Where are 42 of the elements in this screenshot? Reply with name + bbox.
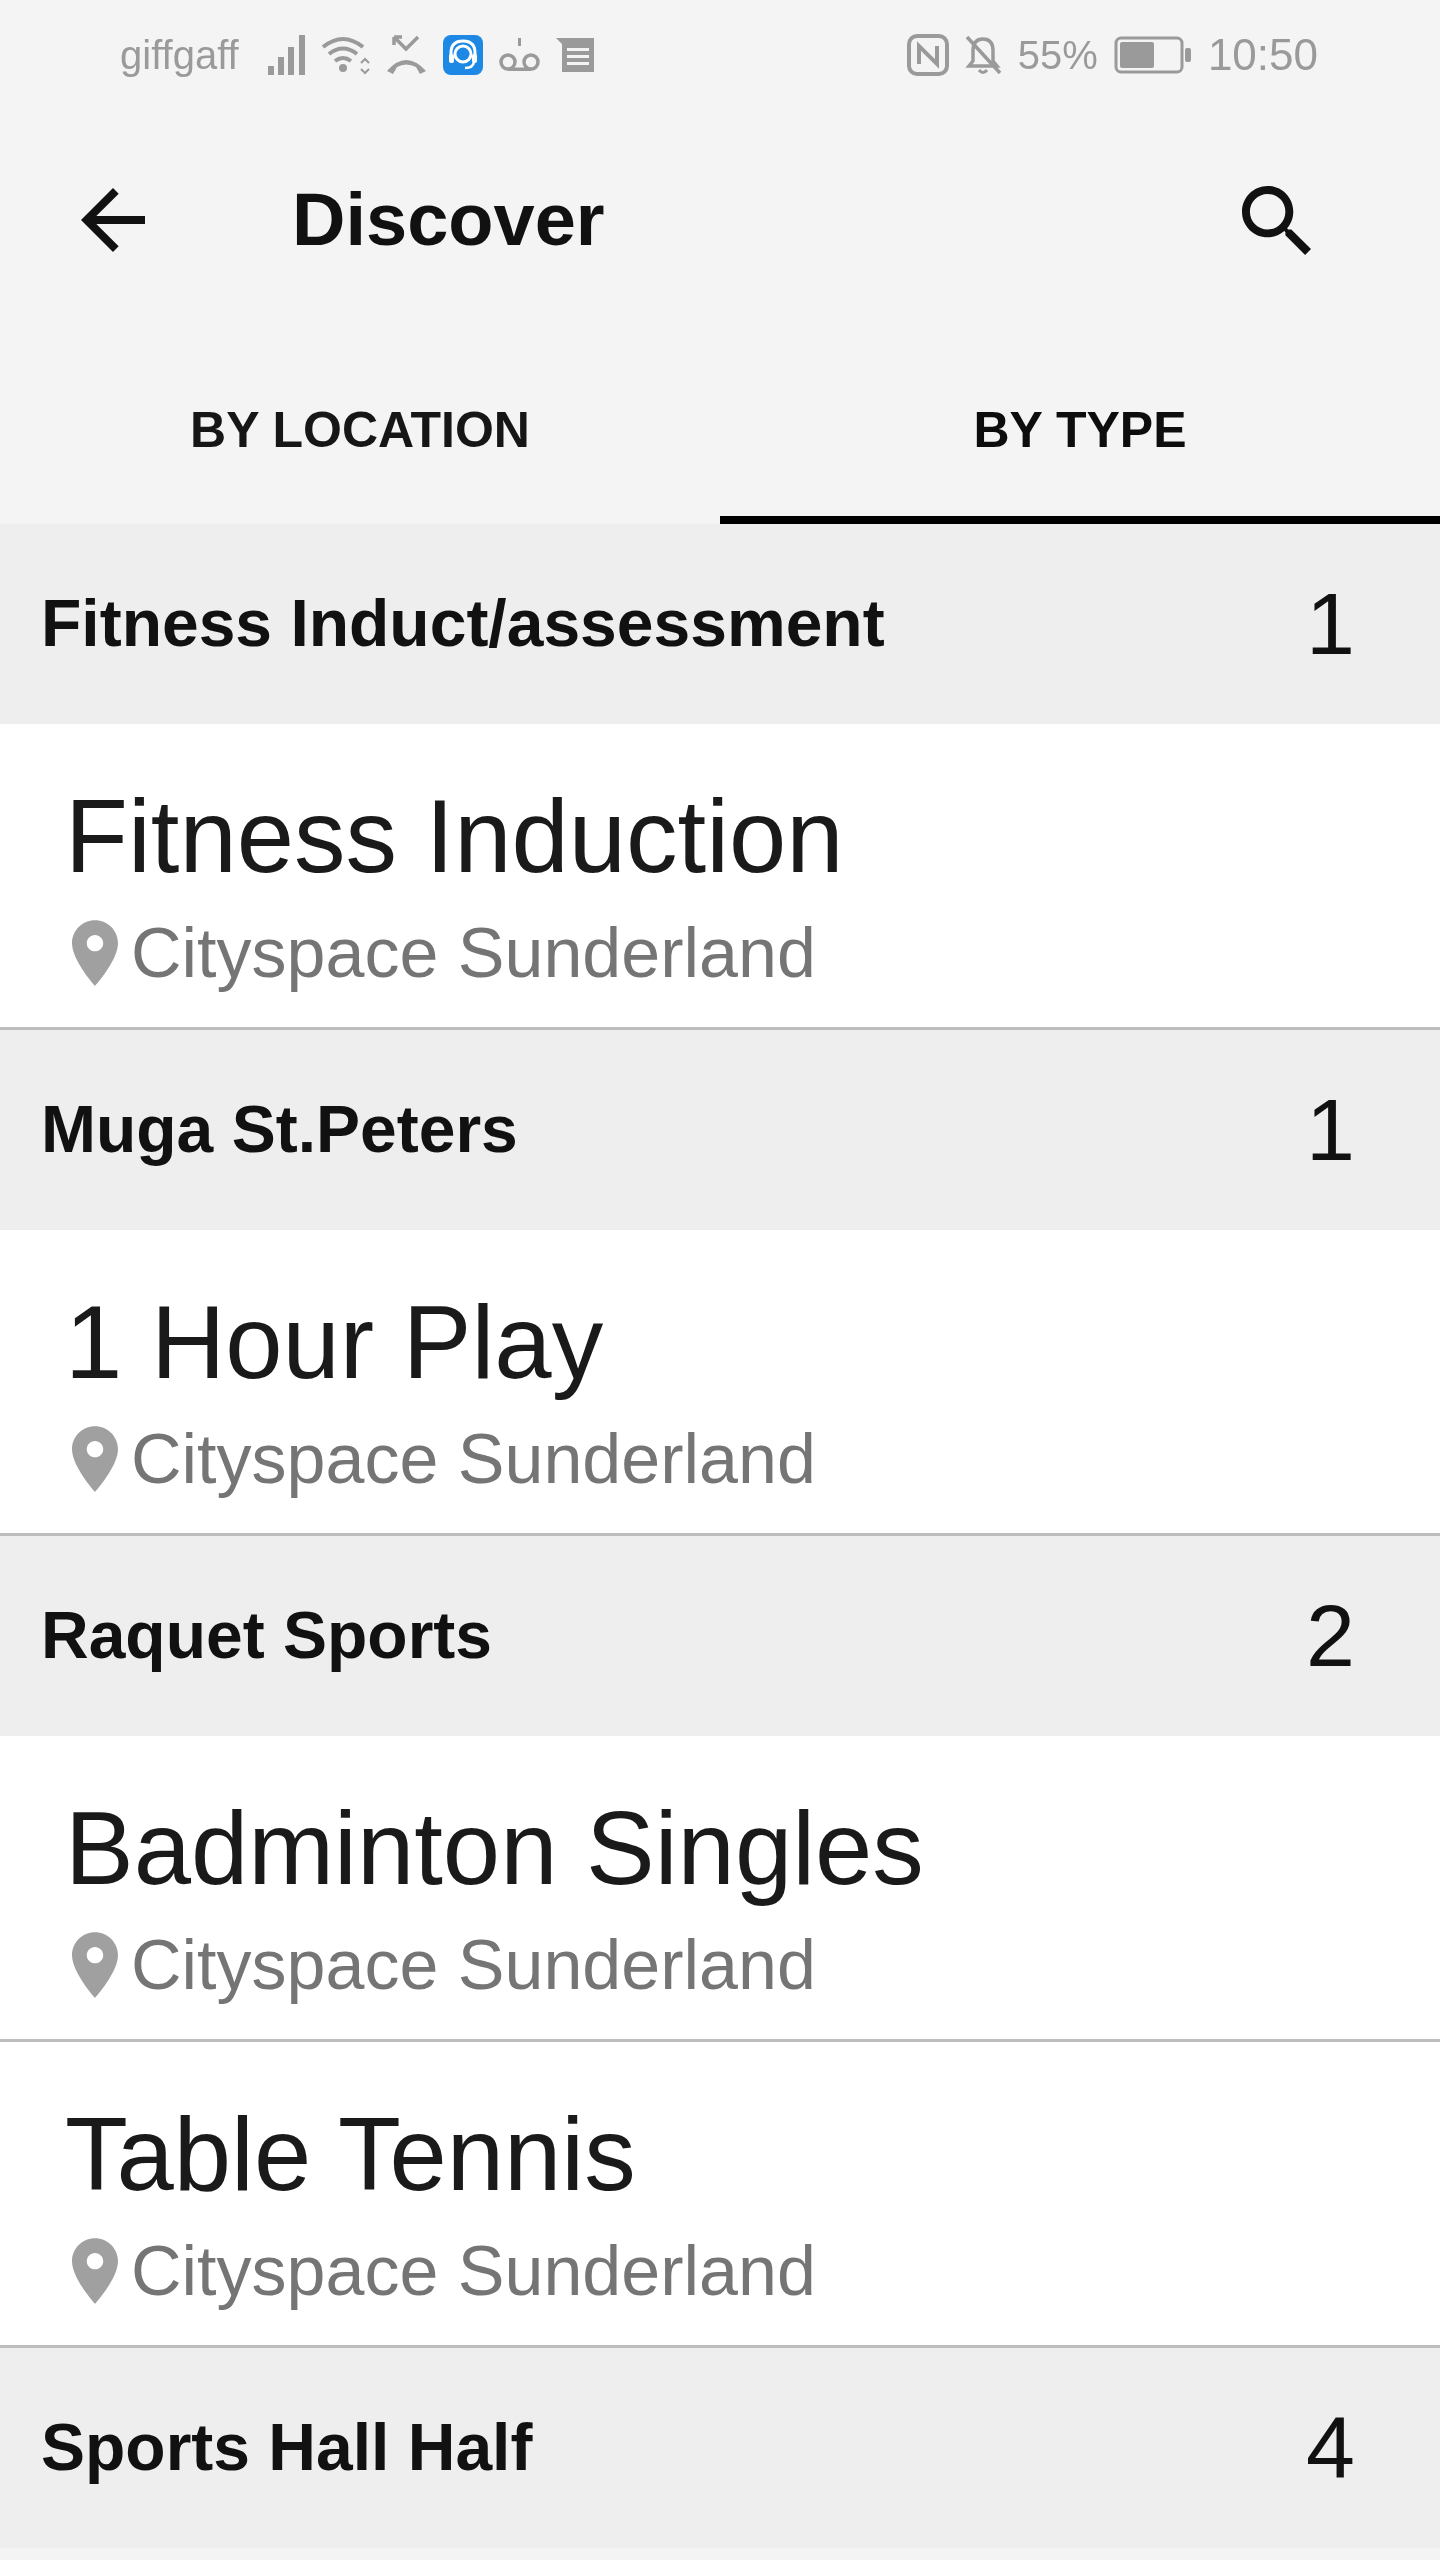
location-text: Cityspace Sunderland (131, 913, 816, 993)
map-pin-icon (72, 1932, 118, 1998)
arrow-left-icon (81, 188, 145, 252)
voicemail-icon (498, 38, 540, 72)
section-title: Sports Hall Half (41, 2409, 533, 2487)
search-button[interactable] (1242, 185, 1311, 255)
location-text: Cityspace Sunderland (131, 1419, 816, 1499)
search-icon (1242, 185, 1311, 255)
back-button[interactable] (81, 188, 145, 252)
activity-title: Badminton Singles (65, 1790, 924, 1908)
clock-time: 10:50 (1207, 33, 1318, 77)
nfc-icon (906, 34, 949, 76)
section-title: Muga St.Peters (41, 1091, 518, 1169)
tab[interactable]: BY LOCATION (0, 330, 720, 524)
activity-row[interactable]: Badminton Singles Cityspace Sunderland (0, 1736, 1440, 2042)
signal-bars-icon (267, 35, 305, 75)
activity-title: 1 Hour Play (65, 1284, 604, 1402)
activity-row[interactable]: 1 Hour Play Cityspace Sunderland (0, 1230, 1440, 1536)
location-text: Cityspace Sunderland (131, 1925, 816, 2005)
section-title: Raquet Sports (41, 1597, 493, 1675)
message-icon (555, 38, 594, 72)
missed-call-icon (385, 35, 427, 75)
section-count: 4 (1306, 2399, 1355, 2497)
map-pin-icon (72, 920, 118, 986)
wifi-icon (320, 35, 370, 75)
activity-row[interactable]: Table Tennis Cityspace Sunderland (0, 2042, 1440, 2348)
bell-off-icon (964, 35, 1002, 75)
carrier-name: giffgaff (120, 35, 239, 75)
battery-icon (1113, 36, 1192, 74)
headset-app-icon (442, 35, 483, 75)
activity-title: Table Tennis (65, 2096, 636, 2214)
location-text: Cityspace Sunderland (131, 2231, 816, 2311)
section-count: 2 (1306, 1587, 1355, 1685)
screen-title: Discover (292, 176, 605, 263)
section-count: 1 (1306, 1081, 1355, 1179)
activity-row[interactable]: Fitness Induction Cityspace Sunderland (0, 724, 1440, 1030)
map-pin-icon (72, 2238, 118, 2304)
section-title: Fitness Induct/assessment (41, 585, 885, 663)
battery-percent: 55% (1017, 35, 1098, 75)
section-count: 1 (1306, 575, 1355, 673)
map-pin-icon (72, 1426, 118, 1492)
activity-title: Fitness Induction (65, 778, 844, 896)
